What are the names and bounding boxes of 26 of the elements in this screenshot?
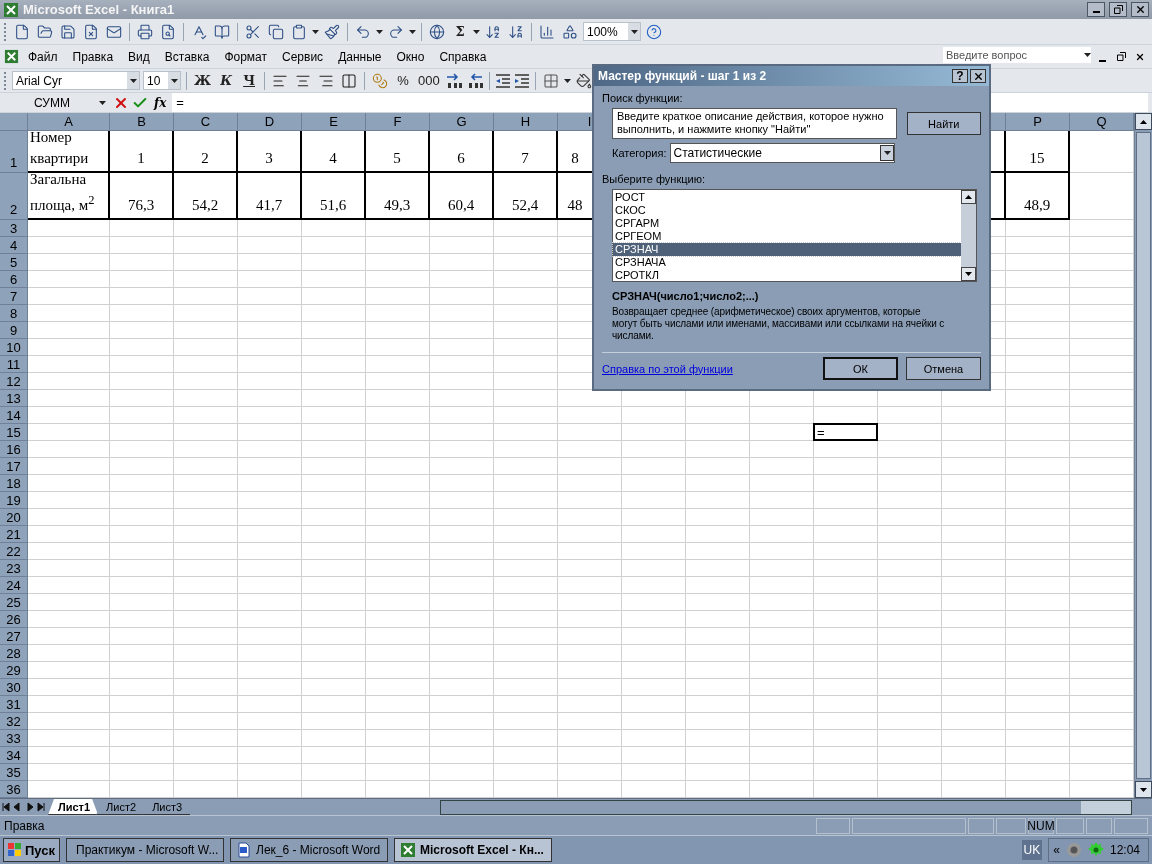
dialog-title: Мастер функций - шаг 1 из 2 [598,69,768,83]
clock: 12:04 [1109,843,1140,857]
table-cell: 2 [174,131,238,173]
table-cell: 1 [110,131,174,173]
table-cell: Загальна площа, м$^{2}$ [28,173,110,220]
table-cell: 7 [494,131,558,173]
table-cell: 3 [238,131,302,173]
table-cell: 51,6 [302,173,366,220]
table-cell: 6 [430,131,494,173]
table-cell: 76,3 [110,173,174,220]
table-cell: 54,2 [174,173,238,220]
table-cell: Номер квартири [28,131,110,173]
table-cell: 15 [1006,131,1070,173]
function-signature: СРЗНАЧ(число1;число2;...) [611,290,760,302]
num-lock-indicator: NUM [1028,817,1054,834]
table-cell: 41,7 [238,173,302,220]
table-cell: 5 [366,131,430,173]
table-cell: 49,3 [366,173,430,220]
function-description: Возвращает среднее (арифметическое) своих аргументов, которые могут быть числами или именами, массивами или ссылками на ячейки с числами. [612,306,946,342]
table-cell: 60,4 [430,173,494,220]
status-text: Правка [4,818,45,833]
table-cell: 52,4 [494,173,558,220]
search-label: Поиск функции: [602,92,684,104]
table-cell: 48,9 [1006,173,1070,220]
window-title: Microsoft Excel - Книга1 [23,2,176,17]
table-cell: 4 [302,131,366,173]
